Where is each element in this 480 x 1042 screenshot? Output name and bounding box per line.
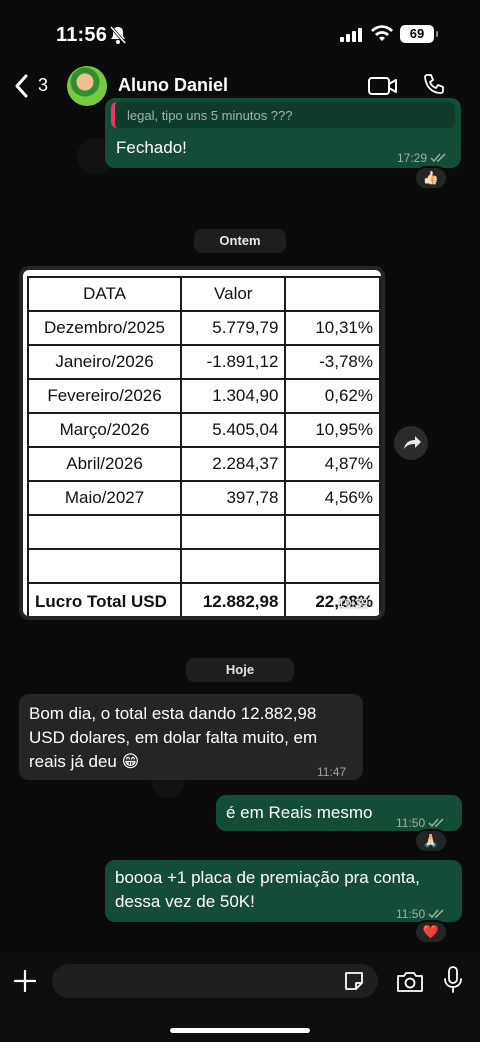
- home-indicator: [170, 1028, 310, 1033]
- message-text: é em Reais mesmo: [226, 803, 373, 822]
- table-row: Abril/2026 2.284,37 4,87%: [26, 446, 381, 482]
- message-text-line: dessa vez de 50K!: [115, 892, 255, 911]
- table-cell: -1.891,12: [180, 344, 287, 380]
- wifi-icon: [371, 25, 393, 41]
- table-cell: Março/2026: [26, 412, 183, 448]
- table-row: Maio/2027 397,78 4,56%: [26, 480, 381, 516]
- contact-name[interactable]: Aluno Daniel: [118, 75, 228, 96]
- cellular-signal-icon: [340, 27, 362, 42]
- table-cell-empty: [284, 548, 381, 584]
- table-cell: 4,56%: [284, 480, 381, 516]
- forward-icon: [404, 436, 421, 449]
- reaction-heart[interactable]: ❤️: [414, 920, 448, 944]
- bell-off-icon: [110, 26, 126, 44]
- table-cell: Janeiro/2026: [26, 344, 183, 380]
- message-text-line: Bom dia, o total esta dando 12.882,98: [29, 704, 317, 723]
- table-cell-empty: [26, 514, 183, 550]
- voice-call-icon[interactable]: [422, 73, 446, 97]
- table-cell: Dezembro/2025: [26, 310, 183, 346]
- microphone-icon[interactable]: [443, 966, 463, 994]
- table-cell-empty: [26, 548, 183, 584]
- message-text-line: USD dolares, em dolar falta muito, em: [29, 728, 318, 747]
- message-input[interactable]: [52, 964, 378, 998]
- table-row: Dezembro/2025 5.779,79 10,31%: [26, 310, 381, 346]
- image-message[interactable]: DATA Valor Dezembro/2025 5.779,79 10,31%…: [19, 266, 385, 620]
- table-cell-empty: [180, 548, 287, 584]
- table-cell: 5.779,79: [180, 310, 287, 346]
- message-bubble-incoming[interactable]: Bom dia, o total esta dando 12.882,98 US…: [19, 694, 363, 780]
- table-header-cell: [284, 276, 381, 312]
- table-total-row: Lucro Total USD 12.882,98 22,28%: [26, 582, 381, 616]
- forward-button[interactable]: [394, 426, 428, 460]
- contact-avatar[interactable]: [67, 66, 107, 106]
- date-separator: Ontem: [194, 229, 286, 253]
- table-row-empty: [26, 514, 381, 550]
- table-cell: 10,31%: [284, 310, 381, 346]
- video-call-icon[interactable]: [368, 76, 398, 96]
- back-chevron-icon[interactable]: [14, 74, 30, 98]
- message-bubble-outgoing[interactable]: legal, tipo uns 5 minutos ??? Fechado! 1…: [105, 98, 461, 168]
- table-cell: -3,78%: [284, 344, 381, 380]
- message-bubble-outgoing[interactable]: é em Reais mesmo 11:50: [216, 795, 462, 831]
- table-cell: 0,62%: [284, 378, 381, 414]
- quoted-message[interactable]: legal, tipo uns 5 minutos ???: [111, 102, 455, 128]
- camera-icon[interactable]: [396, 969, 424, 993]
- table-row: Janeiro/2026 -1.891,12 -3,78%: [26, 344, 381, 380]
- table-row: Março/2026 5.405,04 10,95%: [26, 412, 381, 448]
- message-text: Fechado!: [116, 138, 187, 157]
- battery-indicator: 69: [400, 25, 438, 43]
- table-cell: 4,87%: [284, 446, 381, 482]
- table-cell: 2.284,37: [180, 446, 287, 482]
- table-header-cell: DATA: [26, 276, 183, 312]
- table-cell: 10,95%: [284, 412, 381, 448]
- table-header-cell: Valor: [180, 276, 287, 312]
- table-row: Fevereiro/2026 1.304,90 0,62%: [26, 378, 381, 414]
- spreadsheet-table: DATA Valor Dezembro/2025 5.779,79 10,31%…: [26, 276, 381, 616]
- table-cell: Abril/2026: [26, 446, 183, 482]
- plus-icon[interactable]: [13, 969, 37, 993]
- status-time: 11:56: [56, 24, 108, 46]
- table-cell: 5.405,04: [180, 412, 287, 448]
- table-cell: Lucro Total USD: [26, 582, 183, 616]
- table-row-empty: [26, 548, 381, 584]
- unread-count[interactable]: 3: [38, 75, 48, 96]
- message-meta: 11:47: [317, 760, 346, 784]
- spreadsheet-image[interactable]: DATA Valor Dezembro/2025 5.779,79 10,31%…: [23, 270, 381, 616]
- table-cell: 1.304,90: [180, 378, 287, 414]
- reaction-thumbs-up[interactable]: 👍🏻: [414, 166, 448, 190]
- reaction-praying-hands[interactable]: 🙏🏻: [414, 829, 448, 853]
- message-bubble-outgoing[interactable]: boooa +1 placa de premiação pra conta, d…: [105, 860, 462, 922]
- message-text-line: reais já deu 😁: [29, 752, 140, 771]
- table-header-row: DATA Valor: [26, 276, 381, 312]
- message-time: 11:47: [317, 765, 347, 779]
- table-cell-empty: [180, 514, 287, 550]
- sticker-icon[interactable]: [343, 970, 365, 992]
- message-text-line: boooa +1 placa de premiação pra conta,: [115, 868, 420, 887]
- read-ticks-icon: [428, 909, 444, 919]
- date-separator: Hoje: [186, 658, 294, 682]
- table-cell: Maio/2027: [26, 480, 183, 516]
- table-cell: 397,78: [180, 480, 287, 516]
- table-cell: 12.882,98: [180, 582, 287, 616]
- table-cell-empty: [284, 514, 381, 550]
- read-ticks-icon: [430, 153, 446, 163]
- status-bar: 11:56 69: [0, 0, 480, 62]
- quoted-text: legal, tipo uns 5 minutos ???: [127, 108, 293, 123]
- read-ticks-icon: [428, 818, 444, 828]
- table-cell: Fevereiro/2026: [26, 378, 183, 414]
- image-time: 10:39: [338, 596, 369, 610]
